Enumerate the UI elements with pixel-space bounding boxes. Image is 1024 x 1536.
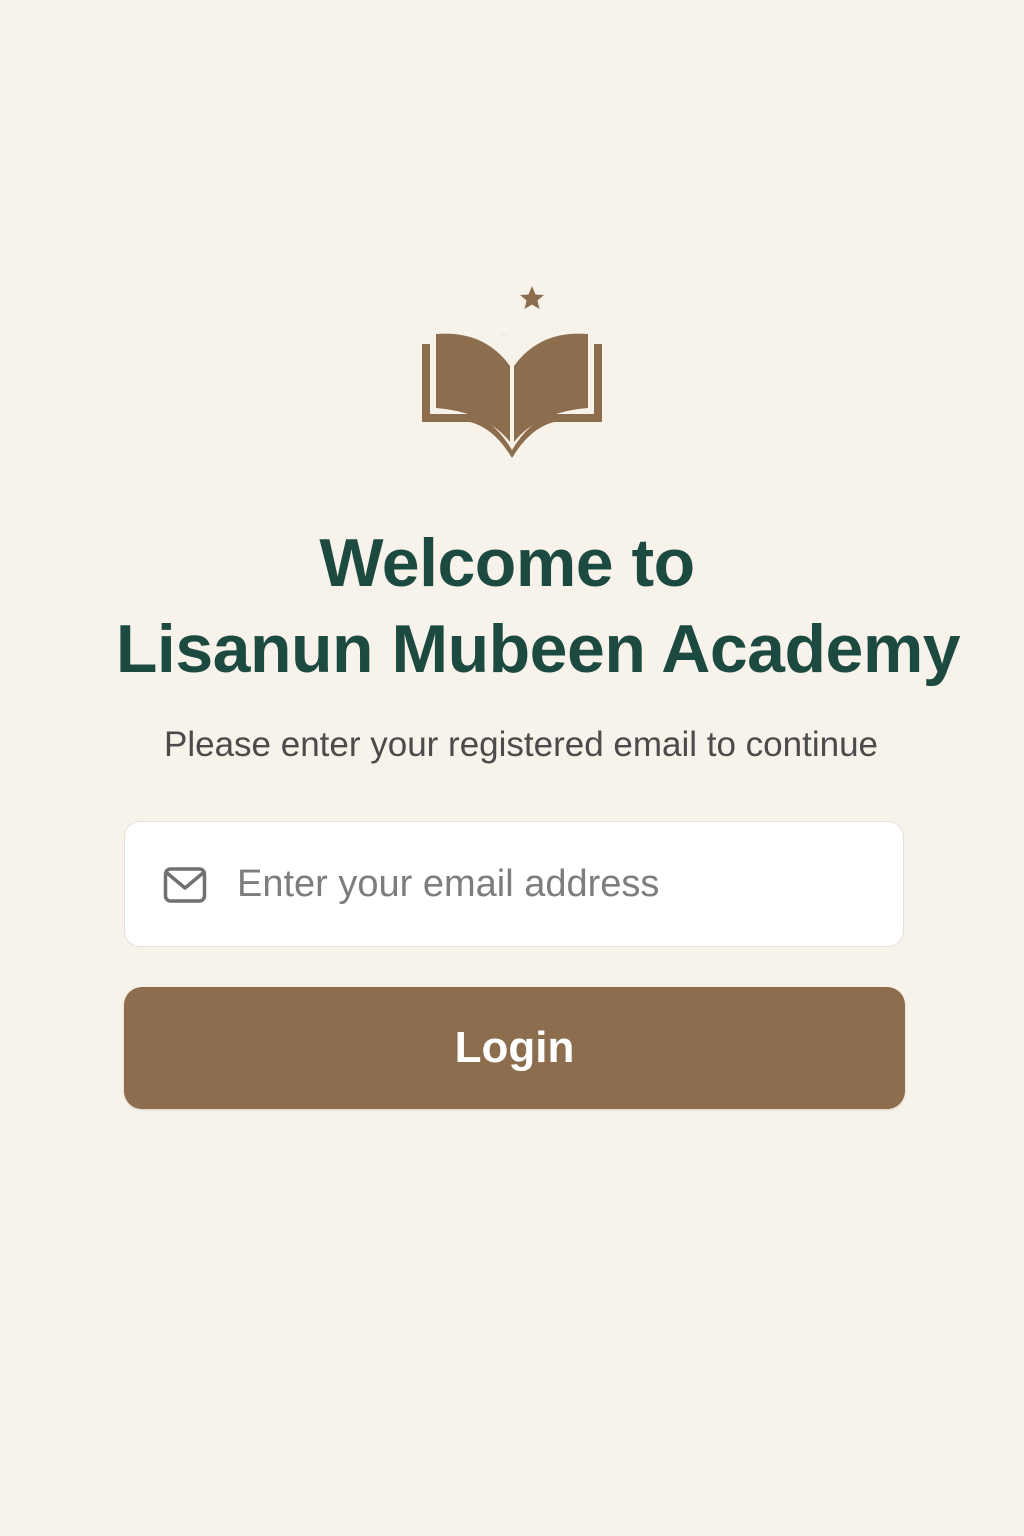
mail-icon (163, 866, 207, 904)
email-input[interactable] (237, 842, 877, 926)
login-screen: Welcome to Lisanun Mubeen Academy Please… (0, 0, 1024, 1536)
academy-logo (412, 262, 612, 462)
email-field[interactable] (124, 821, 904, 947)
title-line-2: Lisanun Mubeen Academy (115, 611, 961, 687)
page-subtitle: Please enter your registered email to co… (163, 725, 878, 764)
open-book-crescent-star-icon (422, 270, 602, 458)
page-title: Welcome to Lisanun Mubeen Academy (0, 520, 1024, 692)
login-button[interactable]: Login (124, 987, 905, 1109)
title-line-1: Welcome to (319, 525, 695, 601)
